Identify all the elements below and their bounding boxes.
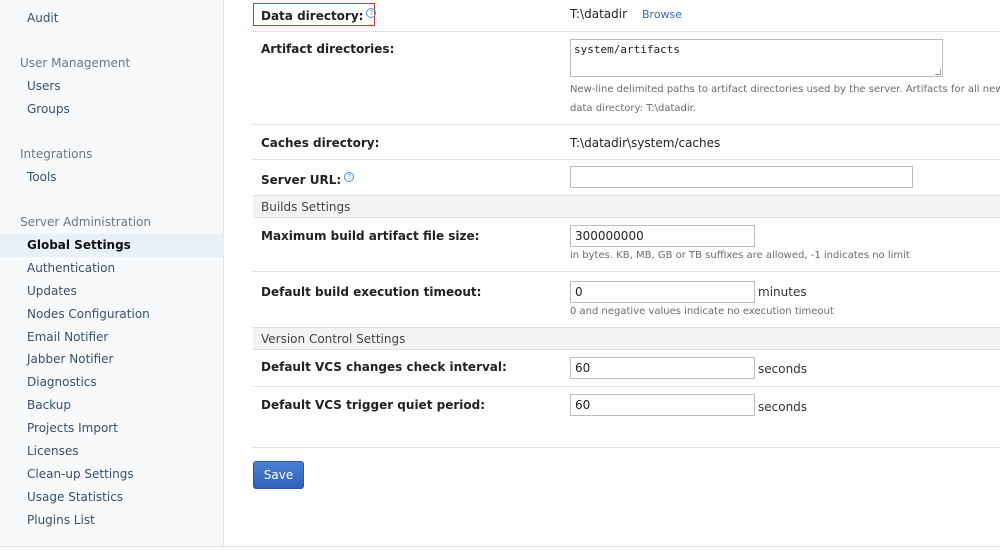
artifact-directories-note-2: data directory: T:\datadir.	[570, 103, 697, 114]
server-url-label: Server URL:?	[261, 172, 355, 187]
caches-directory-label: Caches directory:	[261, 136, 380, 150]
build-timeout-unit: minutes	[758, 285, 807, 299]
vcs-quiet-period-unit: seconds	[758, 400, 808, 414]
artifact-directories-label: Artifact directories:	[261, 42, 395, 56]
sidebar-item-authentication[interactable]: Authentication	[27, 261, 115, 275]
save-button[interactable]: Save	[253, 461, 304, 489]
divider	[253, 31, 1000, 32]
sidebar-item-users[interactable]: Users	[27, 79, 61, 93]
build-timeout-note: 0 and negative values indicate no execut…	[570, 306, 834, 317]
sidebar-item-tools[interactable]: Tools	[27, 170, 57, 184]
sidebar-item-global-settings[interactable]: Global Settings	[0, 234, 224, 257]
data-directory-label-text: Data directory:	[261, 9, 364, 23]
version-control-settings-section: Version Control Settings	[253, 327, 1000, 350]
version-control-settings-heading: Version Control Settings	[261, 332, 406, 346]
server-url-input[interactable]	[570, 166, 913, 188]
sidebar-item-updates[interactable]: Updates	[27, 284, 77, 298]
build-timeout-input[interactable]: 0	[570, 281, 755, 303]
data-directory-value: T:\datadir	[570, 7, 628, 21]
page-bottom-border	[0, 546, 1000, 547]
server-url-label-text: Server URL:	[261, 173, 342, 187]
browse-link[interactable]: Browse	[642, 8, 682, 21]
sidebar-item-jabber-notifier[interactable]: Jabber Notifier	[27, 352, 114, 366]
question-circle-icon[interactable]: ?	[344, 172, 355, 182]
question-circle-icon[interactable]: ?	[366, 8, 377, 18]
sidebar-item-licenses[interactable]: Licenses	[27, 444, 79, 458]
sidebar-item-audit[interactable]: Audit	[27, 11, 58, 25]
builds-settings-heading: Builds Settings	[261, 200, 351, 214]
sidebar-item-diagnostics[interactable]: Diagnostics	[27, 375, 97, 389]
vcs-check-interval-input[interactable]: 60	[570, 357, 755, 379]
vcs-check-interval-unit: seconds	[758, 362, 808, 376]
build-timeout-label: Default build execution timeout:	[261, 285, 482, 299]
builds-settings-section: Builds Settings	[253, 195, 1000, 218]
max-artifact-size-label: Maximum build artifact file size:	[261, 229, 480, 243]
caches-directory-value: T:\datadir\system/caches	[570, 136, 721, 150]
sidebar-item-plugins-list[interactable]: Plugins List	[27, 513, 95, 527]
vcs-check-interval-label: Default VCS changes check interval:	[261, 360, 507, 374]
data-directory-label: Data directory:?	[261, 8, 377, 23]
sidebar-item-backup[interactable]: Backup	[27, 398, 71, 412]
sidebar: Audit User Management Users Groups Integ…	[0, 0, 224, 546]
sidebar-item-groups[interactable]: Groups	[27, 102, 70, 116]
divider	[253, 124, 1000, 125]
vcs-quiet-period-input[interactable]: 60	[570, 394, 755, 416]
divider	[253, 271, 1000, 272]
artifact-directories-textarea[interactable]: system/artifacts	[570, 39, 943, 77]
max-artifact-size-input[interactable]: 300000000	[570, 225, 755, 247]
sidebar-heading-server-administration: Server Administration	[20, 215, 151, 229]
sidebar-item-email-notifier[interactable]: Email Notifier	[27, 330, 108, 344]
max-artifact-size-note: in bytes. KB, MB, GB or TB suffixes are …	[570, 250, 910, 261]
sidebar-item-clean-up-settings[interactable]: Clean-up Settings	[27, 467, 134, 481]
artifact-directories-note-1: New-line delimited paths to artifact dir…	[570, 84, 1000, 95]
divider	[253, 159, 1000, 160]
sidebar-item-projects-import[interactable]: Projects Import	[27, 421, 118, 435]
sidebar-item-nodes-configuration[interactable]: Nodes Configuration	[27, 307, 150, 321]
sidebar-item-label: Global Settings	[27, 238, 131, 252]
sidebar-item-usage-statistics[interactable]: Usage Statistics	[27, 490, 123, 504]
vcs-quiet-period-label: Default VCS trigger quiet period:	[261, 398, 485, 412]
sidebar-heading-integrations: Integrations	[20, 147, 93, 161]
sidebar-heading-user-management: User Management	[20, 56, 131, 70]
divider	[253, 447, 1000, 448]
divider	[253, 386, 1000, 387]
